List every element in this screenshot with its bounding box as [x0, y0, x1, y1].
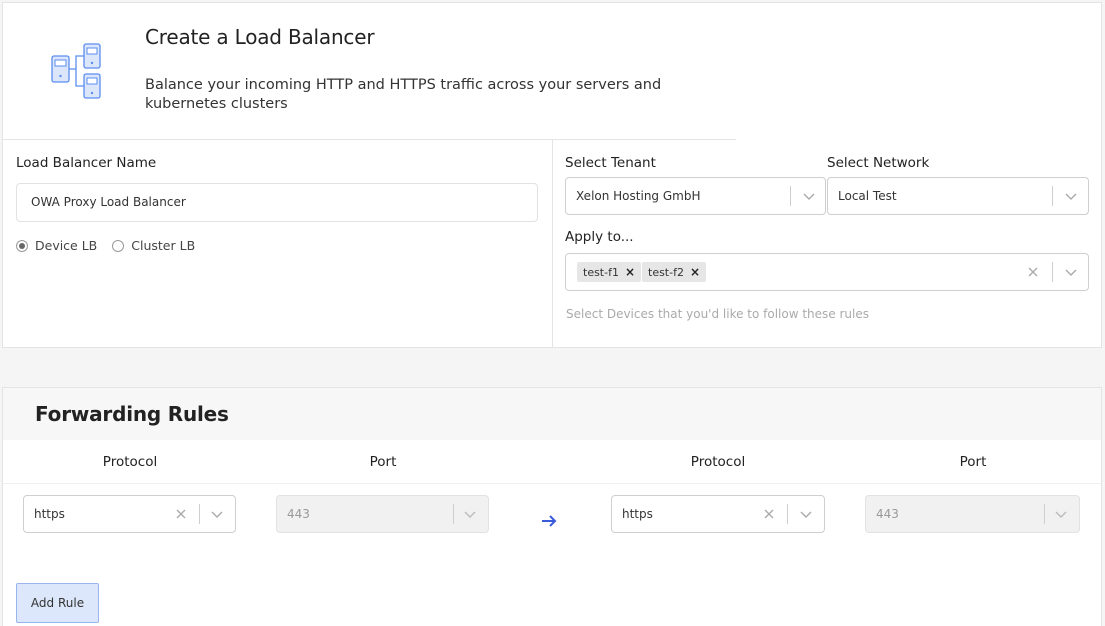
- chevron-down-icon: [1055, 511, 1067, 518]
- chevron-down-icon[interactable]: [1064, 189, 1078, 203]
- chevron-down-icon[interactable]: [802, 189, 816, 203]
- device-lb-label[interactable]: Device LB: [35, 238, 97, 253]
- cluster-lb-label[interactable]: Cluster LB: [131, 238, 195, 253]
- tenant-select[interactable]: Xelon Hosting GmbH: [565, 177, 826, 215]
- source-port-header: Port: [369, 454, 397, 470]
- remove-tag-icon[interactable]: ×: [625, 265, 635, 279]
- select-separator: [790, 186, 791, 206]
- chevron-down-icon: [464, 511, 476, 518]
- select-separator: [1044, 504, 1045, 524]
- select-separator: [1052, 186, 1053, 206]
- load-balancer-card: Create a Load Balancer Balance your inco…: [2, 2, 1102, 348]
- device-tag-label: test-f2: [648, 266, 684, 279]
- rules-title: Forwarding Rules: [35, 402, 229, 426]
- name-section: Load Balancer Name OWA Proxy Load Balanc…: [3, 140, 552, 347]
- select-separator: [1052, 262, 1053, 282]
- device-tag: test-f1 ×: [577, 262, 642, 282]
- select-separator: [453, 504, 454, 524]
- chevron-down-icon[interactable]: [799, 507, 813, 521]
- clear-icon[interactable]: [762, 507, 776, 521]
- hero-section: Create a Load Balancer Balance your inco…: [3, 3, 736, 140]
- device-tag-label: test-f1: [583, 266, 619, 279]
- source-protocol-select[interactable]: https: [23, 495, 236, 533]
- network-select[interactable]: Local Test: [827, 177, 1089, 215]
- source-protocol-value: https: [34, 507, 65, 521]
- select-separator: [199, 504, 200, 524]
- name-label: Load Balancer Name: [16, 155, 157, 171]
- header-divider: [3, 483, 1101, 484]
- apply-to-multiselect[interactable]: test-f1 × test-f2 ×: [565, 253, 1089, 291]
- forwarding-rules-card: Forwarding Rules Protocol Port Protocol …: [2, 387, 1102, 626]
- load-balancer-name-input[interactable]: OWA Proxy Load Balancer: [16, 183, 538, 222]
- server-tree-icon: [51, 43, 101, 99]
- source-port-value: 443: [287, 507, 310, 521]
- apply-hint: Select Devices that you'd like to follow…: [566, 307, 870, 321]
- tenant-label: Select Tenant: [565, 155, 656, 171]
- arrow-right-icon: [542, 515, 557, 527]
- source-protocol-header: Protocol: [102, 454, 158, 470]
- target-protocol-value: https: [622, 507, 653, 521]
- device-lb-radio[interactable]: [16, 239, 28, 252]
- clear-icon[interactable]: [174, 507, 188, 521]
- target-port-select: 443: [865, 495, 1080, 533]
- source-port-select: 443: [276, 495, 489, 533]
- cluster-lb-radio[interactable]: [112, 239, 125, 252]
- tenant-value: Xelon Hosting GmbH: [576, 189, 701, 203]
- network-label: Select Network: [827, 155, 930, 171]
- remove-tag-icon[interactable]: ×: [690, 265, 700, 279]
- rules-header: Forwarding Rules: [3, 388, 1101, 440]
- target-protocol-select[interactable]: https: [611, 495, 825, 533]
- target-port-value: 443: [876, 507, 899, 521]
- chevron-down-icon[interactable]: [1064, 265, 1078, 279]
- target-port-header: Port: [959, 454, 987, 470]
- page-title: Create a Load Balancer: [145, 25, 375, 49]
- select-separator: [787, 504, 788, 524]
- target-protocol-header: Protocol: [690, 454, 746, 470]
- lb-type-radio-group: Device LB Cluster LB: [16, 238, 210, 253]
- clear-icon[interactable]: [1026, 265, 1040, 279]
- add-rule-button[interactable]: Add Rule: [16, 583, 99, 623]
- apply-to-label: Apply to...: [565, 229, 634, 245]
- network-value: Local Test: [838, 189, 897, 203]
- device-tag: test-f2 ×: [642, 262, 707, 282]
- page-description: Balance your incoming HTTP and HTTPS tra…: [145, 77, 662, 112]
- target-section: Select Tenant Select Network Xelon Hosti…: [552, 140, 1101, 347]
- chevron-down-icon[interactable]: [210, 507, 224, 521]
